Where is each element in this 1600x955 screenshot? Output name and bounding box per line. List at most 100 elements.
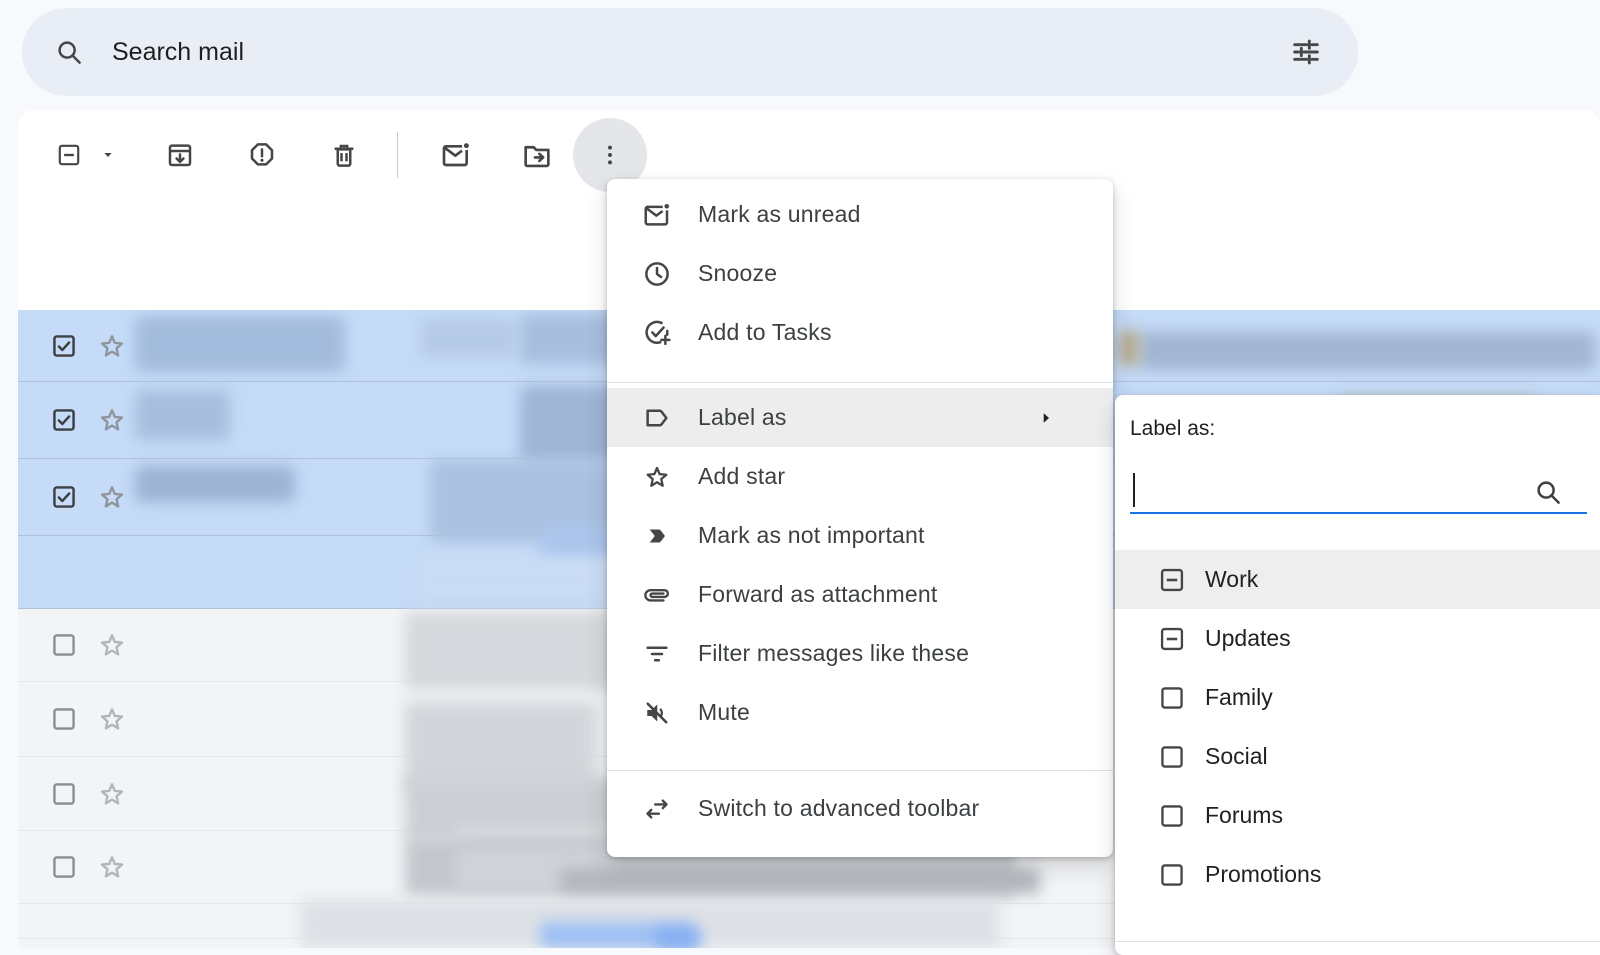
- row-checked-checkbox-icon[interactable]: [50, 332, 78, 360]
- menu-item-label: Add star: [698, 463, 785, 490]
- star-icon: [642, 462, 672, 492]
- menu-divider: [607, 770, 1113, 771]
- label-unchecked-checkbox-icon[interactable]: [1158, 802, 1186, 830]
- search-bar[interactable]: Search mail: [22, 8, 1358, 96]
- mail-unread-icon: [642, 200, 672, 230]
- row-empty-checkbox-icon[interactable]: [50, 780, 78, 808]
- menu-item-forward-as-attachment[interactable]: Forward as attachment: [607, 565, 1113, 624]
- label-option-social[interactable]: Social: [1115, 727, 1600, 786]
- label-search-input[interactable]: [1130, 465, 1587, 514]
- select-icon: [56, 142, 82, 168]
- row-empty-checkbox-icon[interactable]: [50, 705, 78, 733]
- label-unchecked-checkbox-icon[interactable]: [1158, 743, 1186, 771]
- label-name: Family: [1205, 684, 1273, 711]
- row-empty-checkbox-icon[interactable]: [50, 853, 78, 881]
- search-placeholder: Search mail: [112, 38, 244, 67]
- redacted-text-block: [560, 868, 1040, 894]
- clock-icon: [642, 259, 672, 289]
- menu-item-label: Snooze: [698, 260, 777, 287]
- more-icon: [597, 142, 623, 168]
- label-indeterminate-checkbox-icon[interactable]: [1158, 566, 1186, 594]
- menu-item-add-star[interactable]: Add star: [607, 447, 1113, 506]
- report-spam-icon: [247, 140, 277, 170]
- label-unchecked-checkbox-icon[interactable]: [1158, 861, 1186, 889]
- menu-item-label: Switch to advanced toolbar: [698, 795, 979, 822]
- label-option-work[interactable]: Work: [1115, 550, 1600, 609]
- tune-icon[interactable]: [1290, 36, 1322, 68]
- select-dropdown-icon: [100, 147, 116, 163]
- menu-item-label-as[interactable]: Label as: [607, 388, 1113, 447]
- redacted-text-block: [655, 928, 700, 948]
- move-to-button[interactable]: [513, 131, 561, 179]
- filter-icon: [642, 639, 672, 669]
- redacted-text-block: [420, 318, 515, 358]
- label-unchecked-checkbox-icon[interactable]: [1158, 684, 1186, 712]
- mark-as-unread-button[interactable]: [432, 131, 480, 179]
- select-dropdown-button[interactable]: [84, 131, 132, 179]
- menu-divider: [607, 382, 1113, 383]
- row-star-icon[interactable]: [96, 404, 128, 436]
- label-as-title: Label as:: [1130, 417, 1215, 441]
- search-icon[interactable]: [54, 37, 84, 67]
- menu-item-switch-to-advanced-toolbar[interactable]: Switch to advanced toolbar: [607, 779, 1113, 838]
- menu-item-label: Mark as not important: [698, 522, 925, 549]
- context-menu: Mark as unread Snooze Add to Tasks Label as…: [607, 179, 1113, 857]
- label-name: Updates: [1205, 625, 1291, 652]
- row-checked-checkbox-icon[interactable]: [50, 406, 78, 434]
- move-to-icon: [521, 139, 553, 171]
- mark-as-unread-icon: [440, 139, 472, 171]
- label-name: Promotions: [1205, 861, 1321, 888]
- menu-item-mute[interactable]: Mute: [607, 683, 1113, 742]
- label-name: Work: [1205, 566, 1258, 593]
- menu-item-label: Mute: [698, 699, 750, 726]
- text-cursor: [1133, 473, 1135, 507]
- row-checked-checkbox-icon[interactable]: [50, 483, 78, 511]
- row-star-icon[interactable]: [96, 778, 128, 810]
- label-search-icon[interactable]: [1533, 477, 1563, 507]
- menu-item-label: Label as: [698, 404, 787, 431]
- row-star-icon[interactable]: [96, 330, 128, 362]
- label-indeterminate-checkbox-icon[interactable]: [1158, 625, 1186, 653]
- archive-button[interactable]: [156, 131, 204, 179]
- report-spam-button[interactable]: [238, 131, 286, 179]
- menu-item-add-to-tasks[interactable]: Add to Tasks: [607, 303, 1113, 362]
- label-option-updates[interactable]: Updates: [1115, 609, 1600, 668]
- label-list: Work Updates Family Social Forums Promotions: [1115, 550, 1600, 904]
- menu-item-filter-messages-like-these[interactable]: Filter messages like these: [607, 624, 1113, 683]
- label-option-forums[interactable]: Forums: [1115, 786, 1600, 845]
- swap-arrows-icon: [642, 794, 672, 824]
- label-name: Forums: [1205, 802, 1283, 829]
- menu-item-label: Add to Tasks: [698, 319, 832, 346]
- menu-item-snooze[interactable]: Snooze: [607, 244, 1113, 303]
- row-star-icon[interactable]: [96, 851, 128, 883]
- not-important-icon: [642, 521, 672, 551]
- row-star-icon[interactable]: [96, 703, 128, 735]
- label-icon: [642, 403, 672, 433]
- label-as-submenu: Label as: Work Updates Family Social Forums P…: [1115, 395, 1600, 955]
- delete-icon: [329, 140, 359, 170]
- redacted-text-block: [135, 390, 230, 440]
- label-list-divider: [1115, 941, 1600, 942]
- menu-item-label: Forward as attachment: [698, 581, 937, 608]
- redacted-text-block: [135, 316, 345, 372]
- submenu-arrow-icon: [1035, 407, 1057, 429]
- mute-icon: [642, 698, 672, 728]
- row-star-icon[interactable]: [96, 629, 128, 661]
- label-option-promotions[interactable]: Promotions: [1115, 845, 1600, 904]
- menu-item-label: Filter messages like these: [698, 640, 969, 667]
- toolbar-divider: [397, 132, 398, 178]
- menu-item-mark-as-not-important[interactable]: Mark as not important: [607, 506, 1113, 565]
- label-name: Social: [1205, 743, 1268, 770]
- redacted-text-block: [1140, 332, 1595, 370]
- redacted-text-block: [135, 466, 295, 502]
- menu-item-label: Mark as unread: [698, 201, 861, 228]
- paperclip-icon: [642, 580, 672, 610]
- delete-button[interactable]: [320, 131, 368, 179]
- menu-item-mark-as-unread[interactable]: Mark as unread: [607, 185, 1113, 244]
- row-star-icon[interactable]: [96, 481, 128, 513]
- task-add-icon: [642, 318, 672, 348]
- row-empty-checkbox-icon[interactable]: [50, 631, 78, 659]
- redacted-text-block: [1118, 330, 1140, 366]
- archive-icon: [165, 140, 195, 170]
- label-option-family[interactable]: Family: [1115, 668, 1600, 727]
